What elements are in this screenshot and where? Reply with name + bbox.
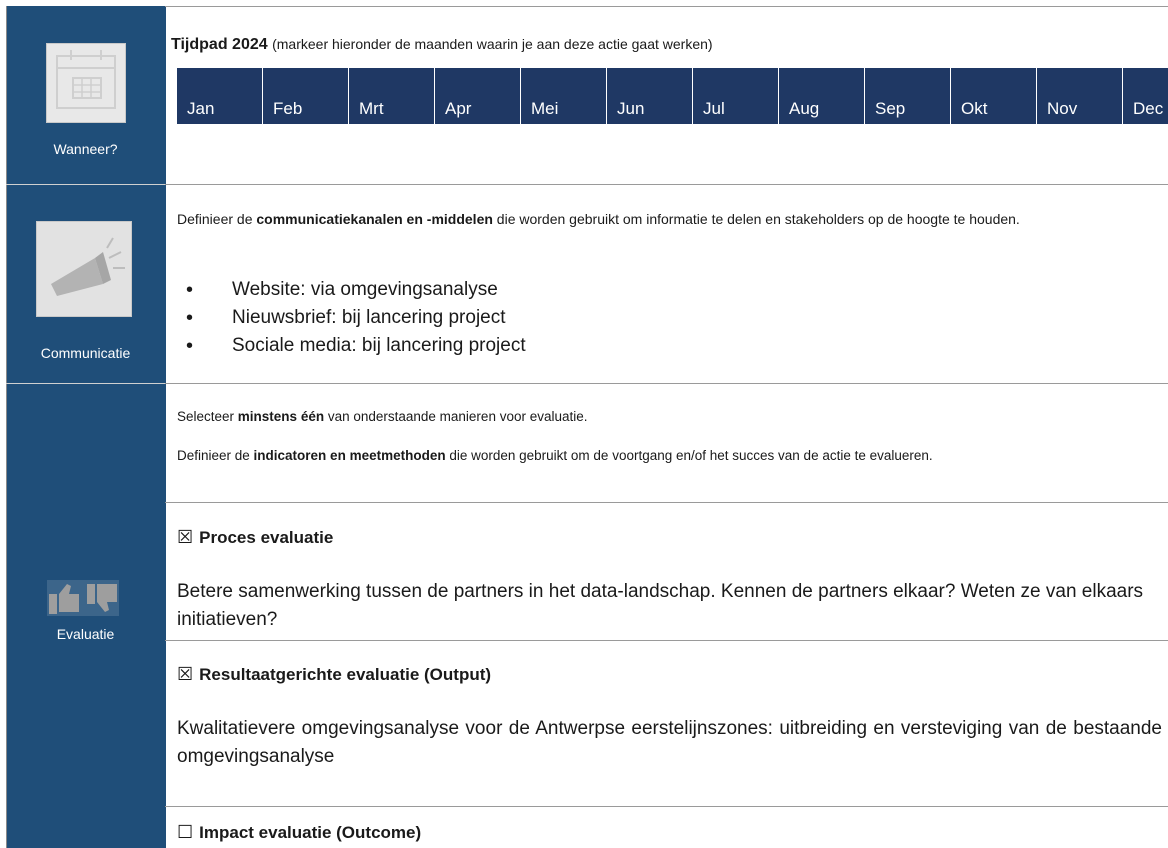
- evaluation-select-note: Selecteer minstens één van onderstaande …: [177, 405, 1162, 429]
- communication-intro-pre: Definieer de: [177, 211, 257, 227]
- month-cell-jun[interactable]: Jun: [607, 68, 693, 124]
- month-cell-okt[interactable]: Okt: [951, 68, 1037, 124]
- calendar-icon: [46, 43, 126, 123]
- month-cell-jan[interactable]: Jan: [177, 68, 263, 124]
- megaphone-icon: [36, 221, 132, 317]
- communication-list: Website: via omgevingsanalyse Nieuwsbrie…: [177, 276, 526, 360]
- evaluation-define-bold: indicatoren en meetmethoden: [253, 448, 446, 463]
- sidebar-divider: [6, 383, 165, 384]
- sidebar-divider: [6, 184, 165, 185]
- month-cell-jul[interactable]: Jul: [693, 68, 779, 124]
- month-cell-nov[interactable]: Nov: [1037, 68, 1123, 124]
- impact-title: Impact evaluatie (Outcome): [199, 823, 422, 842]
- evaluation-label: Evaluatie: [56, 626, 115, 642]
- section-divider: [165, 806, 1168, 807]
- communication-intro-bold: communicatiekanalen en -middelen: [256, 211, 493, 227]
- communication-intro: Definieer de communicatiekanalen en -mid…: [177, 207, 1162, 231]
- process-title: Proces evaluatie: [199, 528, 334, 547]
- timeline-hint: (markeer hieronder de maanden waarin je …: [272, 36, 713, 52]
- thumbs-icon: [47, 580, 119, 616]
- list-item: Nieuwsbrief: bij lancering project: [177, 304, 526, 332]
- list-item: Website: via omgevingsanalyse: [177, 276, 526, 304]
- evaluation-select-post: van onderstaande manieren voor evaluatie…: [324, 409, 588, 424]
- output-title: Resultaatgerichte evaluatie (Output): [199, 665, 492, 684]
- process-text: Betere samenwerking tussen de partners i…: [177, 581, 1144, 630]
- row-border: [165, 383, 1168, 384]
- list-item: Sociale media: bij lancering project: [177, 332, 526, 360]
- month-cell-feb[interactable]: Feb: [263, 68, 349, 124]
- month-cell-aug[interactable]: Aug: [779, 68, 865, 124]
- timeline-title: Tijdpad 2024 (markeer hieronder de maand…: [171, 36, 713, 54]
- evaluation-define-pre: Definieer de: [177, 448, 254, 463]
- sidebar: [6, 6, 166, 848]
- evaluation-define-post: die worden gebruikt om de voortgang en/o…: [445, 448, 933, 463]
- evaluation-select-bold: minstens één: [237, 409, 325, 424]
- communication-label: Communicatie: [40, 345, 131, 361]
- month-cell-dec[interactable]: Dec: [1123, 68, 1168, 124]
- when-label: Wanneer?: [53, 141, 118, 157]
- timeline-year-title: Tijdpad 2024: [171, 36, 268, 53]
- process-heading: ☒ Proces evaluatie: [177, 527, 333, 548]
- evaluation-select-pre: Selecteer: [177, 409, 238, 424]
- month-strip: Jan Feb Mrt Apr Mei Jun Jul Aug Sep Okt …: [177, 68, 1168, 124]
- output-heading: ☒ Resultaatgerichte evaluatie (Output): [177, 664, 491, 685]
- section-divider: [165, 640, 1168, 641]
- month-cell-mrt[interactable]: Mrt: [349, 68, 435, 124]
- month-cell-mei[interactable]: Mei: [521, 68, 607, 124]
- evaluation-define-note: Definieer de indicatoren en meetmethoden…: [177, 445, 1162, 466]
- output-checkbox[interactable]: ☒: [177, 664, 193, 684]
- row-border: [165, 184, 1168, 185]
- communication-intro-post: die worden gebruikt om informatie te del…: [492, 211, 1020, 227]
- month-cell-apr[interactable]: Apr: [435, 68, 521, 124]
- row-border-top: [165, 6, 1168, 7]
- month-cell-sep[interactable]: Sep: [865, 68, 951, 124]
- process-checkbox[interactable]: ☒: [177, 527, 193, 547]
- impact-heading: ☐ Impact evaluatie (Outcome): [177, 822, 421, 843]
- impact-checkbox[interactable]: ☐: [177, 822, 193, 842]
- section-divider: [165, 502, 1168, 503]
- output-text: Kwalitatievere omgevingsanalyse voor de …: [177, 718, 1162, 767]
